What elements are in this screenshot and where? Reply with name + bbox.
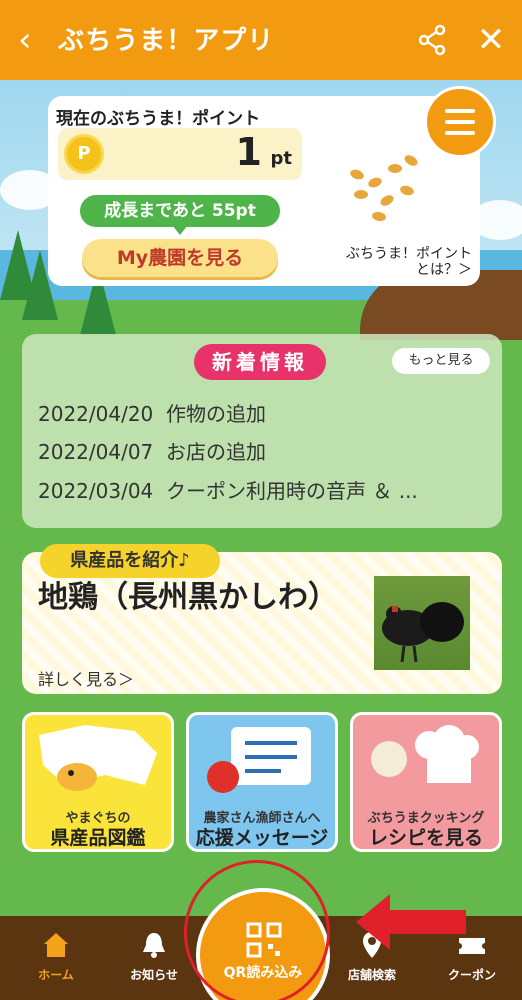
news-more-button[interactable]: もっと見る: [392, 348, 490, 374]
nav-notice-label: お知らせ: [130, 968, 178, 982]
news-panel: 新着情報 もっと見る 2022/04/20 作物の追加 2022/04/07 お…: [22, 334, 502, 528]
news-heading: 新着情報: [194, 344, 326, 380]
nav-notice[interactable]: お知らせ: [114, 930, 194, 983]
message-icon: [207, 727, 311, 793]
growth-remaining-badge: 成長まであと 55pt: [80, 195, 280, 235]
close-icon[interactable]: ✕: [476, 22, 506, 58]
home-icon: [44, 933, 68, 957]
tile-local-products[interactable]: やまぐちの 県産品図鑑: [22, 712, 174, 852]
tile-recipes[interactable]: ぶちうまクッキング レシピを見る: [350, 712, 502, 852]
points-info-line1: ぶちうま！ポイント: [345, 246, 472, 262]
news-item[interactable]: 2022/04/07 お店の追加: [38, 436, 266, 465]
points-value: 1: [235, 130, 262, 174]
beans-icon: [344, 146, 424, 226]
news-date: 2022/03/04: [38, 479, 154, 503]
product-section-tag: 県産品を紹介♪: [40, 544, 220, 578]
share-icon[interactable]: [418, 24, 446, 56]
chevron-left-icon[interactable]: ‹: [18, 22, 48, 58]
nav-coupon-label: クーポン: [447, 968, 496, 982]
tile-main-label: 県産品図鑑: [50, 827, 146, 849]
points-info-link[interactable]: ぶちうま！ポイント とは？＞: [322, 246, 472, 278]
points-info-line2: とは？＞: [416, 262, 472, 278]
product-name: 地鶏（長州黒かしわ）: [38, 580, 338, 615]
annotation-arrow-icon: [356, 894, 466, 950]
news-item[interactable]: 2022/03/04 クーポン利用時の音声 ＆ ...: [38, 475, 418, 504]
map-icon: [39, 725, 157, 791]
product-details-link[interactable]: 詳しく見る＞: [38, 666, 134, 690]
news-item[interactable]: 2022/04/20 作物の追加: [38, 398, 266, 427]
hamburger-menu-icon[interactable]: [424, 86, 496, 158]
tile-main-label: 応援メッセージ: [195, 827, 329, 849]
news-date: 2022/04/07: [38, 440, 154, 464]
news-date: 2022/04/20: [38, 402, 154, 426]
my-farm-button[interactable]: My農園を見る: [82, 239, 278, 277]
page-title: ぶちうま！アプリ: [58, 26, 275, 56]
chef-hat-icon: [371, 725, 479, 783]
bell-icon: [143, 933, 165, 958]
point-coin-icon: P: [64, 134, 104, 174]
tile-support-message[interactable]: 農家さん漁師さんへ 応援メッセージ: [186, 712, 338, 852]
points-display: P 1 pt: [58, 128, 302, 180]
featured-product-card[interactable]: 県産品を紹介♪ 地鶏（長州黒かしわ） 詳しく見る＞: [22, 544, 502, 694]
news-text: お店の追加: [166, 440, 266, 464]
points-title: 現在のぶちうま！ポイント: [56, 109, 261, 129]
nav-shop-label: 店舗検索: [347, 968, 396, 982]
product-photo: [374, 576, 470, 670]
points-card: 現在のぶちうま！ポイント P 1 pt 成長まであと 55pt My農園を見る …: [48, 96, 480, 286]
news-text: 作物の追加: [166, 402, 266, 426]
app-header: ‹ ぶちうま！アプリ ✕: [0, 0, 522, 80]
tile-main-label: レシピを見る: [368, 827, 483, 849]
points-unit: pt: [270, 148, 293, 169]
nav-home[interactable]: ホーム: [16, 930, 96, 983]
annotation-circle: [184, 860, 330, 1000]
nav-home-label: ホーム: [38, 968, 74, 982]
news-text: クーポン利用時の音声 ＆ ...: [166, 479, 418, 503]
